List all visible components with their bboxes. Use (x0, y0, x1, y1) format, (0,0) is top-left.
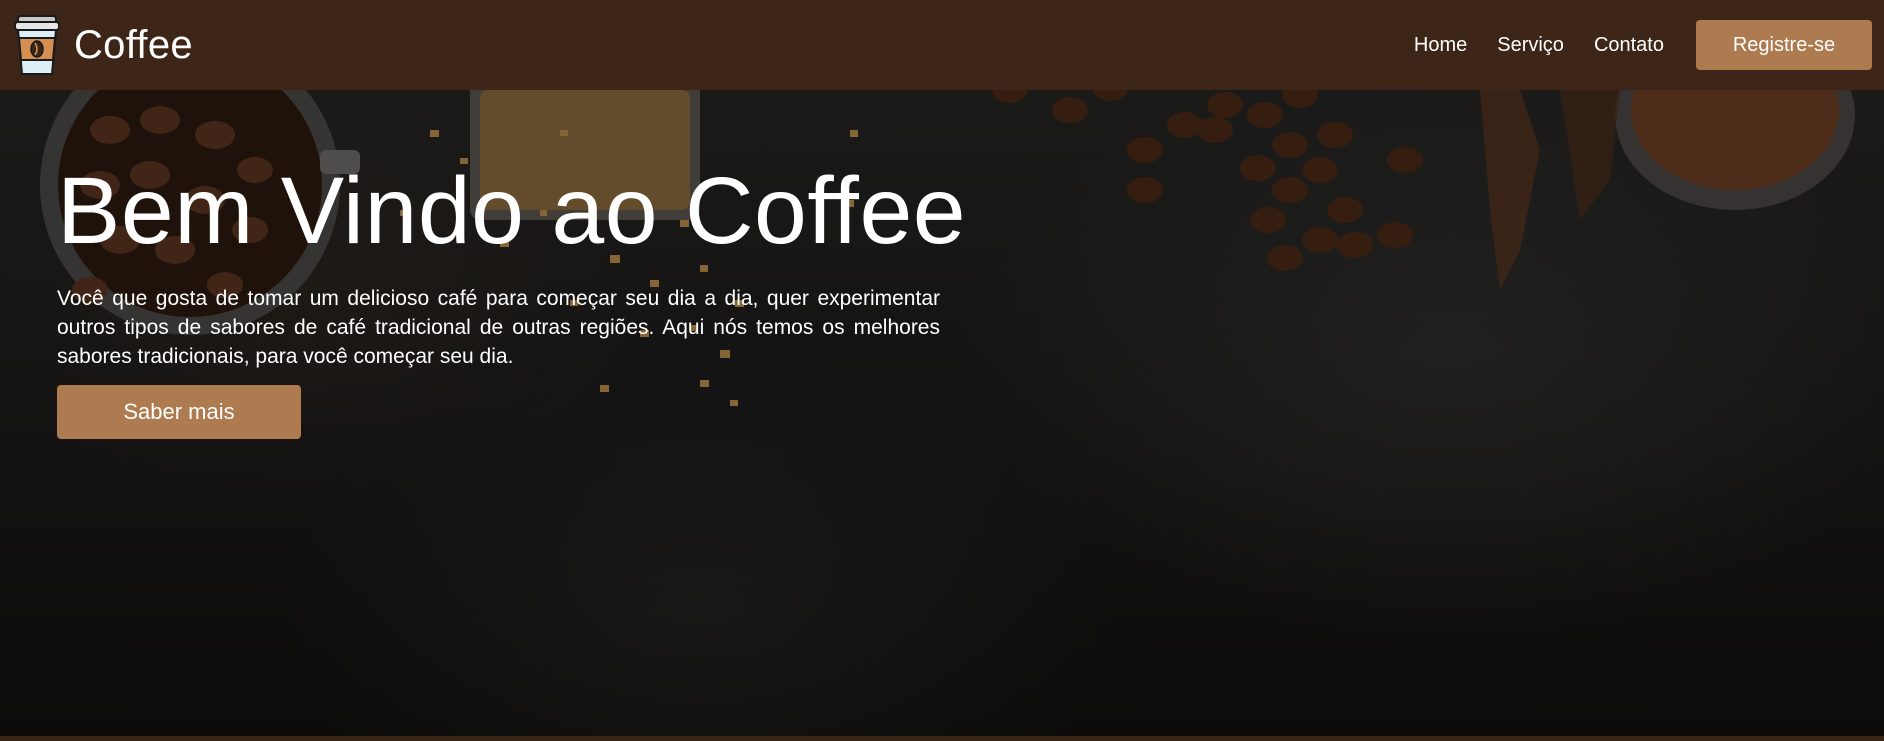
navbar: Coffee Home Serviço Contato Registre-se (0, 0, 1884, 90)
bottom-divider (0, 736, 1884, 741)
coffee-cup-icon (14, 15, 60, 75)
nav-link-home[interactable]: Home (1414, 34, 1467, 57)
brand[interactable]: Coffee (14, 14, 193, 76)
nav-links: Home Serviço Contato Registre-se (1414, 20, 1872, 70)
page: Coffee Home Serviço Contato Registre-se (0, 0, 1884, 741)
brand-name: Coffee (74, 23, 193, 67)
hero-description: Você que gosta de tomar um delicioso caf… (57, 286, 940, 368)
nav-link-contato[interactable]: Contato (1594, 34, 1664, 57)
register-button[interactable]: Registre-se (1696, 20, 1872, 70)
learn-more-button[interactable]: Saber mais (57, 384, 301, 439)
hero-title: Bem Vindo ao Coffee (57, 158, 967, 264)
hero-content: Bem Vindo ao Coffee Você que gosta de to… (57, 158, 967, 439)
nav-link-servico[interactable]: Serviço (1497, 34, 1564, 57)
hero-section: Bem Vindo ao Coffee Você que gosta de to… (0, 90, 1884, 736)
